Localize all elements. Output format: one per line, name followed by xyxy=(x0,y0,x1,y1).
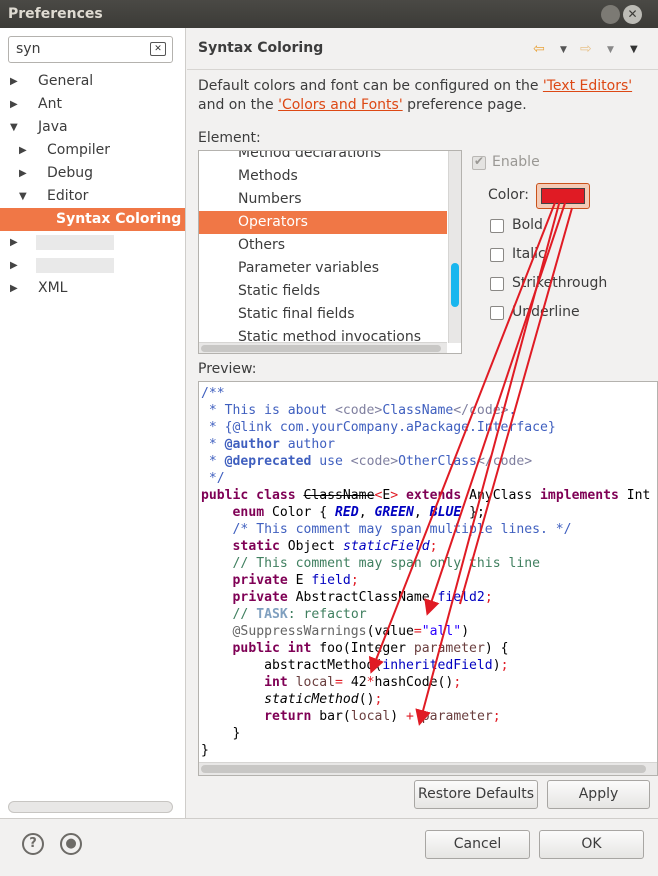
tree-item[interactable]: ▶ Compiler xyxy=(0,139,185,162)
tree-item[interactable]: ▶ General xyxy=(0,70,185,93)
back-dropdown-icon[interactable]: ▼ xyxy=(560,45,567,55)
tree-item[interactable]: ▶ xyxy=(0,254,185,277)
preview-horizontal-scrollbar[interactable] xyxy=(199,762,657,775)
restore-defaults-label: Restore Defaults xyxy=(417,786,535,802)
close-button[interactable]: ✕ xyxy=(623,5,642,24)
apply-button[interactable]: Apply xyxy=(547,780,650,809)
tree-item[interactable]: ▶ Debug xyxy=(0,162,185,185)
strikethrough-checkbox[interactable] xyxy=(490,277,504,291)
text-editors-link[interactable]: 'Text Editors' xyxy=(543,78,632,94)
underline-checkbox[interactable] xyxy=(490,306,504,320)
scroll-thumb[interactable] xyxy=(451,263,459,307)
tree-item-label: Debug xyxy=(47,165,94,181)
colors-and-fonts-link[interactable]: 'Colors and Fonts' xyxy=(278,97,403,113)
bottom-separator xyxy=(0,818,658,819)
italic-label: Italic xyxy=(512,246,546,262)
collapsed-arrow-icon[interactable]: ▶ xyxy=(10,70,20,93)
forward-arrow-icon[interactable]: ⇨ xyxy=(580,41,592,57)
element-list-item[interactable]: Methods xyxy=(199,165,447,188)
tree-item[interactable]: ▶ XML xyxy=(0,277,185,300)
tree-item[interactable]: ▶ Ant xyxy=(0,93,185,116)
blurred-tree-label xyxy=(36,258,114,273)
filter-input-value: syn xyxy=(16,41,41,57)
expanded-arrow-icon[interactable]: ▼ xyxy=(10,116,20,139)
blurred-tree-label xyxy=(36,235,114,250)
element-list-item[interactable]: Operators xyxy=(199,211,447,234)
tree-item[interactable]: ▼ Editor xyxy=(0,185,185,208)
element-label: Element: xyxy=(198,130,261,146)
filter-input[interactable]: syn ✕ xyxy=(8,36,173,63)
description-text: Default colors and font can be configure… xyxy=(198,77,648,115)
tree-item[interactable]: ▶ xyxy=(0,231,185,254)
ok-button[interactable]: OK xyxy=(539,830,644,859)
collapsed-arrow-icon[interactable]: ▶ xyxy=(10,277,20,300)
collapsed-arrow-icon[interactable]: ▶ xyxy=(10,93,20,116)
color-picker-button[interactable] xyxy=(536,183,590,209)
window-titlebar: Preferences ✕ xyxy=(0,0,658,28)
help-icon[interactable]: ? xyxy=(22,833,44,855)
element-list-item[interactable]: Static final fields xyxy=(199,303,447,326)
preview-label: Preview: xyxy=(198,361,257,377)
cancel-label: Cancel xyxy=(453,836,502,852)
import-export-icon[interactable]: ● xyxy=(60,833,82,855)
bold-checkbox[interactable] xyxy=(490,219,504,233)
tree-horizontal-scrollbar[interactable] xyxy=(8,801,173,813)
scroll-thumb[interactable] xyxy=(201,345,441,352)
bold-label: Bold xyxy=(512,217,543,233)
collapsed-arrow-icon[interactable]: ▶ xyxy=(10,231,20,254)
italic-checkbox[interactable] xyxy=(490,248,504,262)
tree-item-label: XML xyxy=(38,280,68,296)
forward-dropdown-icon[interactable]: ▼ xyxy=(607,45,614,55)
clear-filter-icon[interactable]: ✕ xyxy=(150,42,166,56)
color-swatch xyxy=(541,188,585,204)
color-label: Color: xyxy=(488,187,530,203)
cancel-button[interactable]: Cancel xyxy=(425,830,530,859)
ok-label: OK xyxy=(581,836,602,852)
tree-item-label: General xyxy=(38,73,94,89)
element-list-item[interactable]: Method declarations xyxy=(199,151,447,165)
element-list-item[interactable]: Others xyxy=(199,234,447,257)
preference-tree-pane: syn ✕ ▶ General ▶ Ant ▼ Java ▶ Compiler ▶ Debug ▼ E… xyxy=(0,28,186,818)
preview-code: /** * This is about <code>ClassName</cod… xyxy=(201,386,651,758)
collapsed-arrow-icon[interactable]: ▶ xyxy=(19,139,29,162)
collapsed-arrow-icon[interactable]: ▶ xyxy=(19,162,29,185)
tree-item-label: Java xyxy=(38,119,68,135)
window-title: Preferences xyxy=(8,6,103,22)
element-list-item[interactable]: Static fields xyxy=(199,280,447,303)
element-list-item[interactable]: Numbers xyxy=(199,188,447,211)
tree-item-label: Compiler xyxy=(47,142,111,158)
expanded-arrow-icon[interactable]: ▼ xyxy=(19,185,29,208)
view-menu-icon[interactable]: ▼ xyxy=(630,44,638,55)
preview-pane[interactable]: /** * This is about <code>ClassName</cod… xyxy=(198,381,658,776)
maximize-button[interactable] xyxy=(601,5,620,24)
tree-item[interactable]: Syntax Coloring xyxy=(0,208,185,231)
tree-item-label: Syntax Coloring xyxy=(56,211,182,227)
page-title: Syntax Coloring xyxy=(198,40,324,56)
element-list-horizontal-scrollbar[interactable] xyxy=(199,342,447,353)
enable-label: Enable xyxy=(492,154,540,170)
tree-item-label: Editor xyxy=(47,188,89,204)
strikethrough-label: Strikethrough xyxy=(512,275,608,291)
underline-label: Underline xyxy=(512,304,580,320)
desc-part3: preference page. xyxy=(402,97,527,113)
back-arrow-icon[interactable]: ⇦ xyxy=(533,41,545,57)
element-list-vertical-scrollbar[interactable] xyxy=(448,151,461,343)
header-separator xyxy=(187,69,658,70)
element-list[interactable]: Method declarations Methods Numbers Operato… xyxy=(198,150,462,354)
restore-defaults-button[interactable]: Restore Defaults xyxy=(414,780,538,809)
enable-checkbox[interactable]: ✔ xyxy=(472,154,486,170)
desc-part2: and on the xyxy=(198,97,279,113)
scroll-thumb[interactable] xyxy=(201,765,646,773)
tree-item-label: Ant xyxy=(38,96,62,112)
element-list-item[interactable]: Parameter variables xyxy=(199,257,447,280)
collapsed-arrow-icon[interactable]: ▶ xyxy=(10,254,20,277)
apply-label: Apply xyxy=(578,786,619,802)
tree-item[interactable]: ▼ Java xyxy=(0,116,185,139)
desc-part1: Default colors and font can be configure… xyxy=(198,78,543,94)
